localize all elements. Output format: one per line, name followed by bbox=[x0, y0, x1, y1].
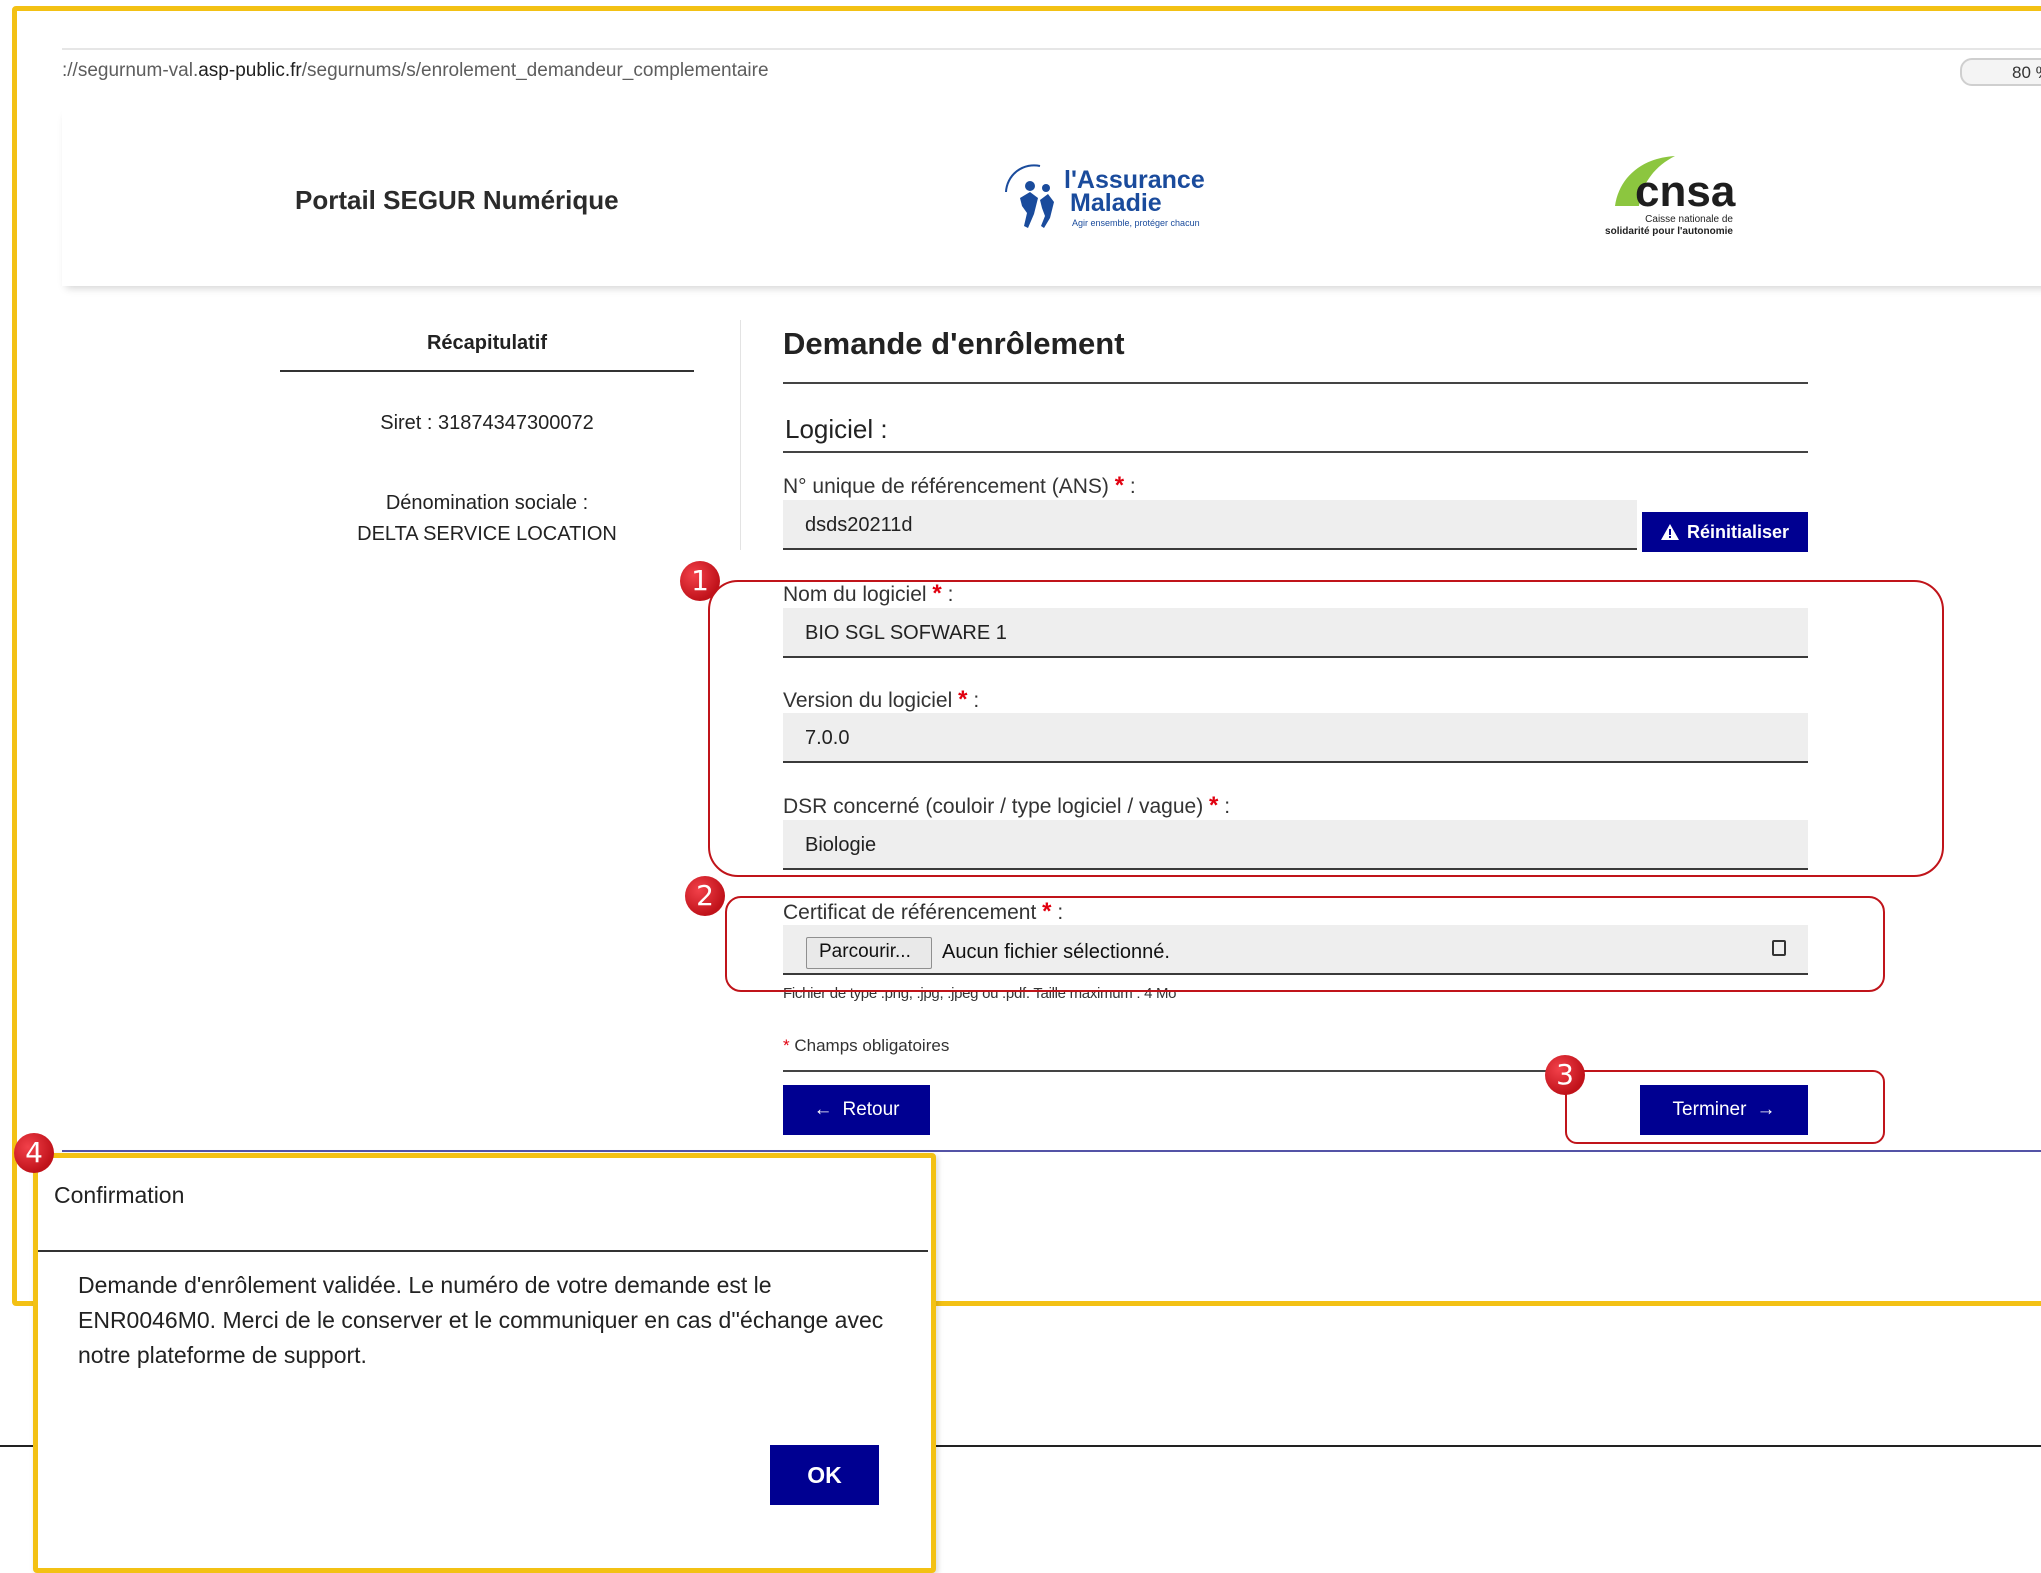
annotation-box-finish bbox=[1565, 1070, 1885, 1144]
ok-button[interactable]: OK bbox=[770, 1445, 879, 1505]
annotation-number-2: 2 bbox=[685, 876, 725, 916]
am-logo-tagline: Agir ensemble, protéger chacun bbox=[1072, 218, 1200, 228]
cnsa-logo-name: cnsa bbox=[1635, 167, 1736, 216]
title-divider bbox=[783, 382, 1808, 384]
portal-title: Portail SEGUR Numérique bbox=[295, 185, 619, 215]
section-title: Logiciel : bbox=[785, 414, 888, 444]
ref-label: N° unique de référencement (ANS) * : bbox=[783, 472, 1136, 499]
annotation-number-1: 1 bbox=[680, 561, 720, 601]
url-text[interactable]: ://segurnum-val.asp-public.fr/segurnums/… bbox=[62, 60, 769, 82]
page-divider bbox=[62, 1150, 2041, 1152]
arrow-left-icon: ← bbox=[813, 1099, 833, 1120]
denomination-label: Dénomination sociale : bbox=[385, 492, 589, 514]
page-title: Demande d'enrôlement bbox=[783, 326, 1125, 361]
assurance-maladie-logo: l'Assurance Maladie Agir ensemble, proté… bbox=[1005, 164, 1205, 228]
ref-input[interactable]: dsds20211d bbox=[783, 500, 1637, 550]
cnsa-logo-tag2: solidarité pour l'autonomie bbox=[1605, 226, 1733, 237]
back-button[interactable]: ← Retour bbox=[783, 1085, 930, 1135]
annotation-number-4: 4 bbox=[14, 1133, 54, 1173]
cnsa-logo: cnsa Caisse nationale de solidarité pour… bbox=[1605, 156, 1736, 237]
cnsa-logo-tag1: Caisse nationale de bbox=[1645, 214, 1733, 225]
sidebar-divider bbox=[740, 320, 741, 550]
recap-divider bbox=[280, 370, 694, 372]
annotation-box-certificate bbox=[725, 896, 1885, 992]
am-logo-line2: Maladie bbox=[1070, 189, 1162, 217]
annotation-number-3: 3 bbox=[1545, 1055, 1585, 1095]
reset-button[interactable]: Réinitialiser bbox=[1642, 512, 1808, 552]
warning-icon bbox=[1660, 524, 1679, 540]
dialog-title: Confirmation bbox=[54, 1182, 185, 1208]
required-mark: * bbox=[1114, 472, 1125, 499]
dialog-message: Demande d'enrôlement validée. Le numéro … bbox=[78, 1272, 884, 1368]
zoom-level-badge[interactable]: 80 % bbox=[1960, 58, 2041, 86]
section-divider bbox=[783, 451, 1808, 453]
required-note: * Champs obligatoires bbox=[783, 1036, 950, 1055]
recap-title: Récapitulatif bbox=[426, 332, 548, 354]
siret-value: Siret : 31874347300072 bbox=[380, 412, 594, 434]
dialog-divider bbox=[38, 1250, 928, 1252]
annotation-box-software-fields bbox=[708, 580, 1944, 877]
denomination-value: DELTA SERVICE LOCATION bbox=[357, 523, 617, 545]
